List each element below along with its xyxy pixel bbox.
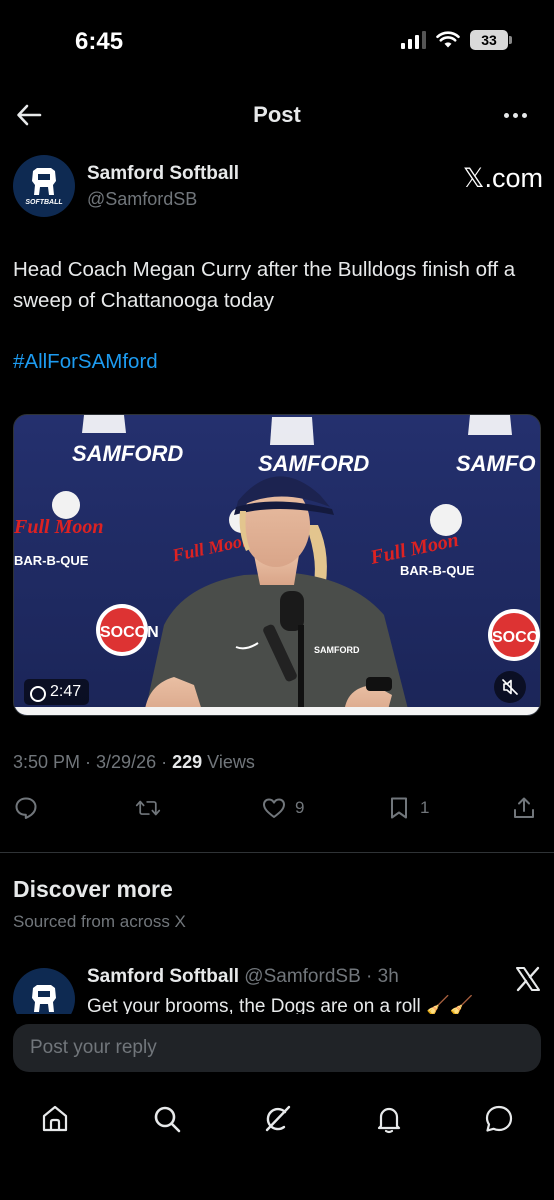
views-label: Views — [202, 752, 255, 772]
bulldog-logo-icon — [32, 167, 56, 195]
svg-text:SAMFORD: SAMFORD — [258, 451, 369, 476]
messages-icon — [485, 1105, 513, 1132]
bookmark-icon — [391, 797, 407, 819]
reply-icon — [15, 797, 37, 819]
svg-text:SAMFORD: SAMFORD — [72, 441, 183, 466]
heart-icon — [263, 798, 285, 818]
bell-icon — [377, 1107, 401, 1134]
post-meta: 3:50 PM · 3/29/26 · 229 Views — [13, 752, 255, 773]
video-player[interactable]: SAMFORD SAMFORD SAMFO Full Moon BAR-B-QU… — [13, 414, 541, 716]
cellular-signal-icon — [401, 31, 426, 49]
x-logo-icon — [516, 966, 540, 992]
author-handle[interactable]: @SamfordSB — [87, 189, 197, 210]
bookmark-count: 1 — [420, 798, 430, 817]
recommended-author: Samford Softball @SamfordSB · 3h — [87, 966, 399, 988]
recommended-author-handle: @SamfordSB · 3h — [244, 966, 399, 987]
search-icon — [154, 1106, 181, 1133]
post-timestamp: 3:50 PM · 3/29/26 · — [13, 752, 173, 772]
recommended-author-name[interactable]: Samford Softball — [87, 966, 239, 987]
svg-text:SOCON: SOCON — [100, 624, 159, 641]
status-bar: 6:45 33 — [0, 0, 554, 80]
share-button[interactable] — [511, 795, 537, 821]
svg-text:BAR-B-QUE: BAR-B-QUE — [400, 563, 475, 578]
discover-title: Discover more — [13, 876, 173, 902]
post-header: Post — [0, 92, 554, 138]
bookmark-button[interactable]: 1 — [386, 795, 429, 821]
svg-text:BAR-B-QUE: BAR-B-QUE — [14, 553, 89, 568]
like-button[interactable]: 9 — [261, 795, 304, 821]
home-icon — [42, 1105, 68, 1132]
recommended-post-text: Get your brooms, the Dogs are on a roll … — [87, 996, 474, 1014]
recommended-post[interactable]: Samford Softball @SamfordSB · 3h Get you… — [13, 962, 543, 1014]
repost-button[interactable] — [135, 795, 161, 821]
tab-home[interactable] — [38, 1102, 72, 1136]
muted-speaker-icon — [502, 679, 518, 695]
share-icon — [514, 797, 534, 818]
video-frame: SAMFORD SAMFORD SAMFO Full Moon BAR-B-QU… — [14, 415, 541, 715]
bottom-tab-bar — [0, 1090, 554, 1150]
svg-text:Full Moon: Full Moon — [14, 516, 103, 538]
repost-icon — [135, 800, 161, 816]
author-name[interactable]: Samford Softball — [87, 163, 239, 185]
tab-notifications[interactable] — [372, 1102, 406, 1136]
views-count: 229 — [172, 752, 203, 772]
video-duration: 2:47 — [24, 679, 90, 705]
section-divider — [0, 852, 554, 853]
page-title: Post — [253, 102, 301, 127]
reply-input[interactable]: Post your reply — [13, 1024, 541, 1072]
wifi-icon — [436, 31, 460, 48]
reply-button[interactable] — [13, 795, 39, 821]
more-options-button[interactable] — [500, 100, 530, 130]
more-icon — [503, 112, 509, 118]
avatar-label: SOFTBALL — [25, 198, 63, 206]
svg-text:SAMFORD: SAMFORD — [314, 645, 360, 655]
status-time: 6:45 — [75, 28, 124, 55]
avatar[interactable] — [13, 968, 75, 1014]
like-count: 9 — [295, 798, 305, 817]
bulldog-logo-icon — [32, 985, 56, 1012]
hashtag-link[interactable]: #AllForSAMford — [13, 350, 158, 374]
reply-placeholder: Post your reply — [30, 1037, 157, 1058]
avatar[interactable]: SOFTBALL — [13, 155, 75, 217]
xcom-badge: 𝕏.com — [462, 163, 543, 193]
tab-search[interactable] — [150, 1102, 184, 1136]
discover-subtitle: Sourced from across X — [13, 912, 186, 931]
author-row: SOFTBALL Samford Softball @SamfordSB 𝕏.c… — [13, 155, 543, 219]
grok-icon — [265, 1105, 291, 1132]
status-indicators: 33 — [401, 30, 512, 50]
svg-text:SAMFO: SAMFO — [456, 451, 535, 476]
action-bar: 9 1 — [13, 795, 541, 829]
mute-button[interactable] — [494, 671, 526, 703]
battery-indicator: 33 — [470, 30, 512, 50]
tab-grok[interactable] — [260, 1102, 294, 1136]
svg-text:SOCON: SOCON — [492, 629, 541, 646]
tweet-text: Head Coach Megan Curry after the Bulldog… — [13, 258, 516, 312]
tab-messages[interactable] — [482, 1102, 516, 1136]
